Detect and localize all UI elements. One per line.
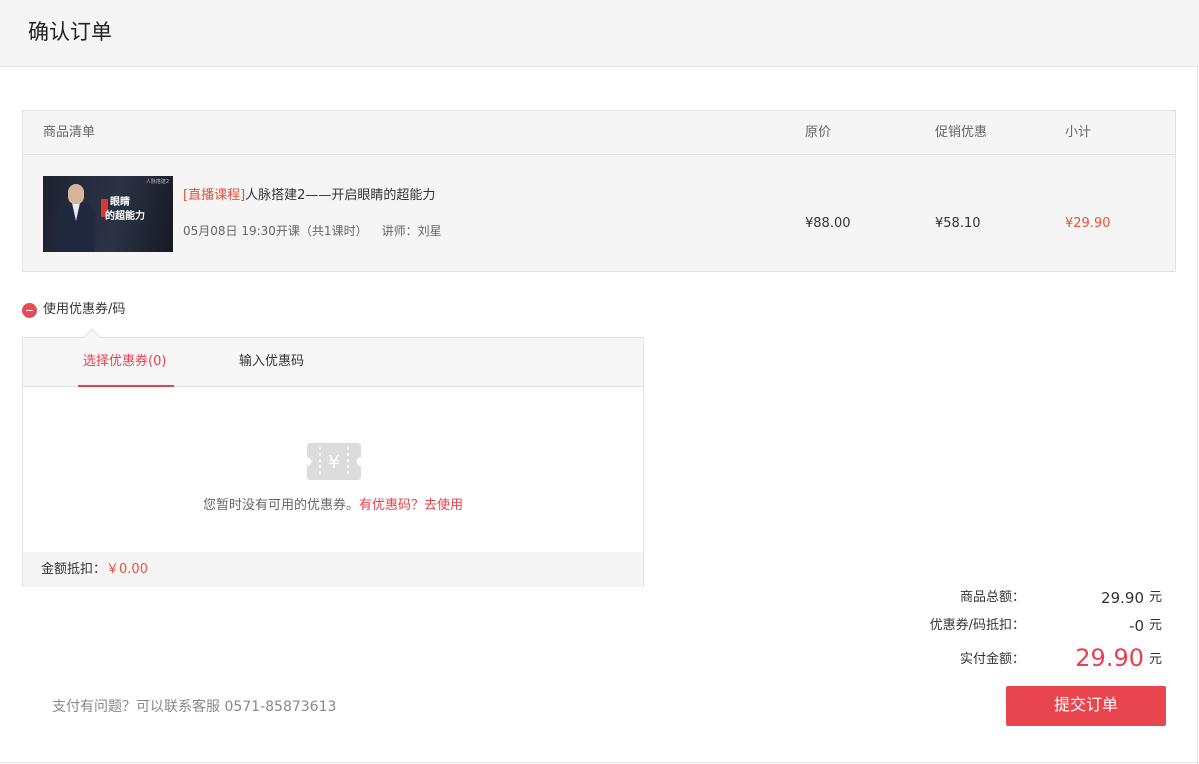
product-title[interactable]: [直播课程]人脉搭建2——开启眼睛的超能力 xyxy=(183,188,435,204)
active-tab-indicator xyxy=(78,385,174,387)
table-row: 眼睛 的超能力 人脉搭建2 [直播课程]人脉搭建2——开启眼睛的超能力 05月0… xyxy=(23,156,1175,272)
promo-price: ¥58.10 xyxy=(935,216,981,231)
svg-text:¥: ¥ xyxy=(328,452,339,473)
collapse-minus-icon[interactable] xyxy=(22,302,37,318)
product-meta: 05月08日 19:30开课（共1课时） 讲师：刘星 xyxy=(183,224,442,239)
tab-enter-code[interactable]: 输入优惠码 xyxy=(239,353,304,370)
order-table: 商品清单 原价 促销优惠 小计 眼睛 的超能力 人脉搭建2 [直播课程]人脉搭建… xyxy=(22,110,1176,272)
paid-value: 29.90 xyxy=(1075,644,1144,672)
coupon-panel: 选择优惠券(0) 输入优惠码 ¥ 您暂时没有可用的优惠券。有优惠码？去使用 金额… xyxy=(22,328,644,587)
original-price: ¥88.00 xyxy=(805,216,851,231)
coupon-deduct-value: -0 xyxy=(1129,617,1144,635)
use-coupon-code-link[interactable]: 有优惠码？去使用 xyxy=(359,498,463,513)
product-title-text: 人脉搭建2——开启眼睛的超能力 xyxy=(245,188,436,203)
ticket-yuan-icon: ¥ xyxy=(307,443,361,480)
goods-total-unit: 元 xyxy=(1148,590,1162,605)
deduct-label-text: 金额抵扣： xyxy=(41,562,107,577)
thumbnail-text-2: 的超能力 xyxy=(105,211,145,222)
subtotal-price: ¥29.90 xyxy=(1065,216,1111,231)
summary-goods-total: 商品总额： 29.90 元 xyxy=(900,589,1162,609)
paid-label: 实付金额： xyxy=(959,652,1025,667)
table-header: 商品清单 原价 促销优惠 小计 xyxy=(23,111,1175,155)
summary-paid-amount: 实付金额： 29.90 元 xyxy=(900,645,1162,675)
coupon-deduct-unit: 元 xyxy=(1148,618,1162,633)
column-header-price: 原价 xyxy=(805,125,832,140)
support-help-text: 支付有问题？可以联系客服 0571-85873613 xyxy=(52,699,337,715)
coupon-toggle-label: 使用优惠券/码 xyxy=(43,302,126,317)
summary-coupon-deduct: 优惠券/码抵扣： -0 元 xyxy=(900,617,1162,637)
goods-total-label: 商品总额： xyxy=(959,590,1025,605)
goods-total-value: 29.90 xyxy=(1101,589,1144,607)
coupon-deduct-bar: 金额抵扣：￥0.00 xyxy=(23,552,643,587)
presenter-image xyxy=(55,184,97,252)
page-title: 确认订单 xyxy=(28,20,112,44)
empty-coupon-text: 您暂时没有可用的优惠券。 xyxy=(202,498,359,513)
thumbnail-text-1: 眼睛 xyxy=(110,197,130,208)
page-header: 确认订单 xyxy=(0,0,1199,67)
column-header-list: 商品清单 xyxy=(43,125,96,140)
submit-order-button[interactable]: 提交订单 xyxy=(1006,686,1166,726)
live-course-tag: [直播课程] xyxy=(183,188,246,203)
coupon-deduct-label: 优惠券/码抵扣： xyxy=(929,618,1025,633)
bottom-divider xyxy=(0,762,1199,763)
column-header-subtotal: 小计 xyxy=(1065,125,1092,140)
course-thumbnail[interactable]: 眼睛 的超能力 人脉搭建2 xyxy=(43,176,173,252)
paid-unit: 元 xyxy=(1148,652,1162,667)
tab-select-coupon[interactable]: 选择优惠券(0) xyxy=(83,353,166,370)
thumbnail-tag: 人脉搭建2 xyxy=(145,179,169,185)
deduct-value: ￥0.00 xyxy=(106,562,148,577)
course-teacher: 讲师：刘星 xyxy=(381,224,442,238)
empty-coupon-message: 您暂时没有可用的优惠券。有优惠码？去使用 xyxy=(23,498,643,514)
coupon-toggle[interactable]: 使用优惠券/码 xyxy=(22,301,125,319)
right-border xyxy=(1197,67,1198,764)
deduct-label: 金额抵扣：￥0.00 xyxy=(41,562,148,578)
coupon-tabs: 选择优惠券(0) 输入优惠码 xyxy=(23,338,643,387)
course-schedule: 05月08日 19:30开课（共1课时） xyxy=(183,224,368,238)
column-header-promo: 促销优惠 xyxy=(935,125,988,140)
